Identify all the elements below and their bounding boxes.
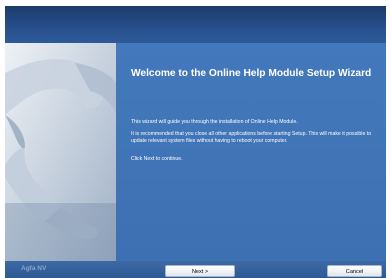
setup-wizard-window: Welcome to the Online Help Module Setup … <box>5 6 386 278</box>
hand-frame-illustration <box>5 43 116 261</box>
welcome-panel: Welcome to the Online Help Module Setup … <box>116 43 386 261</box>
next-button[interactable]: Next > <box>165 265 235 277</box>
wizard-content: Welcome to the Online Help Module Setup … <box>5 43 386 261</box>
window-titlebar <box>5 6 386 43</box>
wizard-footer: Agfa NV Next > Cancel <box>5 261 386 278</box>
intro-paragraph: This wizard will guide you through the i… <box>131 119 298 125</box>
welcome-title: Welcome to the Online Help Module Setup … <box>131 68 372 79</box>
brand-label: Agfa NV <box>21 265 47 272</box>
hand-frame-image <box>5 43 116 261</box>
cancel-button[interactable]: Cancel <box>327 265 382 277</box>
continue-paragraph: Click Next to continue. <box>131 156 183 162</box>
recommendation-paragraph: It is recommended that you close all oth… <box>131 131 372 144</box>
